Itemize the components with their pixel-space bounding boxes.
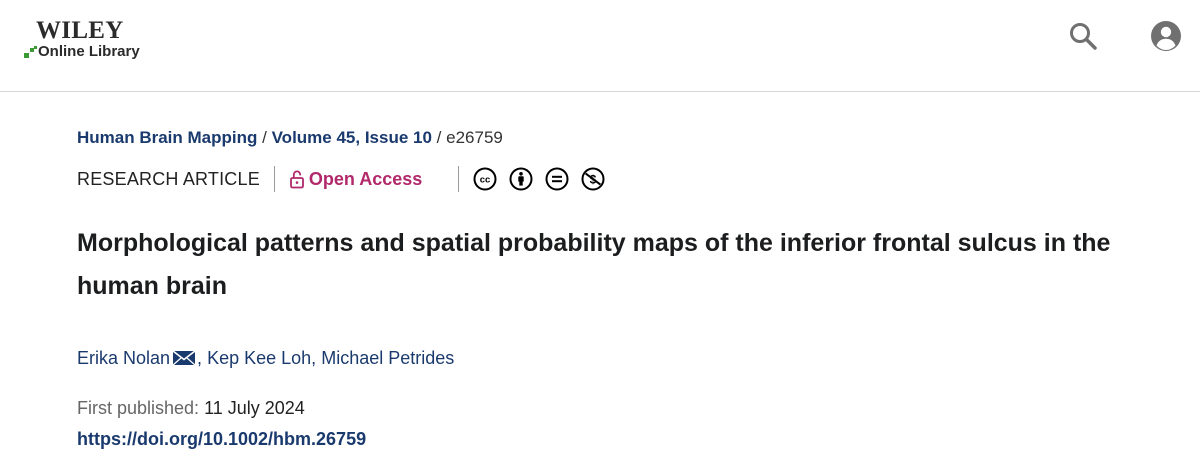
author-list: Erika Nolan , Kep Kee Loh , Michael Petr… bbox=[77, 345, 454, 371]
non-commercial-icon: $ bbox=[581, 167, 605, 191]
divider bbox=[273, 166, 275, 192]
attribution-icon bbox=[509, 167, 533, 191]
author-separator: , bbox=[311, 348, 317, 368]
breadcrumb: Human Brain Mapping / Volume 45, Issue 1… bbox=[77, 126, 503, 150]
first-published-label: First published: bbox=[77, 398, 200, 418]
search-icon bbox=[1070, 23, 1097, 50]
article-id: e26759 bbox=[446, 128, 503, 147]
open-access-badge[interactable]: Open Access bbox=[289, 169, 422, 190]
cc-icon: cc bbox=[473, 167, 497, 191]
publication-date: First published: 11 July 2024 bbox=[77, 395, 305, 421]
wiley-online-library-logo[interactable]: Wiley Online Library bbox=[22, 16, 162, 64]
logo-subtitle: Online Library bbox=[38, 43, 140, 60]
account-circle-icon bbox=[1151, 21, 1181, 51]
article-type-label: RESEARCH ARTICLE bbox=[77, 168, 260, 189]
license-icons[interactable]: cc $ bbox=[473, 167, 617, 191]
site-header: Wiley Online Library bbox=[0, 0, 1200, 92]
author-link[interactable]: Kep Kee Loh bbox=[207, 345, 311, 371]
article-meta-row: RESEARCH ARTICLE Open Access cc bbox=[77, 165, 617, 193]
open-access-label: Open Access bbox=[308, 168, 423, 189]
divider bbox=[458, 166, 460, 192]
first-published-date: 11 July 2024 bbox=[204, 398, 305, 418]
author-separator: , bbox=[197, 348, 203, 368]
author-link[interactable]: Michael Petrides bbox=[321, 345, 454, 371]
doi-link[interactable]: https://doi.org/10.1002/hbm.26759 bbox=[77, 426, 366, 452]
breadcrumb-issue-link[interactable]: Volume 45, Issue 10 bbox=[272, 128, 432, 147]
article-title: Morphological patterns and spatial proba… bbox=[77, 229, 1111, 300]
breadcrumb-separator: / bbox=[436, 128, 442, 147]
open-lock-icon bbox=[289, 169, 305, 189]
search-button[interactable] bbox=[1063, 16, 1103, 56]
account-button[interactable] bbox=[1146, 16, 1186, 56]
svg-text:cc: cc bbox=[480, 175, 491, 186]
no-derivatives-icon bbox=[545, 167, 569, 191]
author-link[interactable]: Erika Nolan bbox=[77, 345, 170, 371]
breadcrumb-journal-link[interactable]: Human Brain Mapping bbox=[77, 128, 257, 147]
corresponding-author-email-icon[interactable] bbox=[172, 350, 196, 366]
breadcrumb-separator: / bbox=[262, 128, 267, 147]
logo-squares-icon bbox=[24, 46, 37, 58]
